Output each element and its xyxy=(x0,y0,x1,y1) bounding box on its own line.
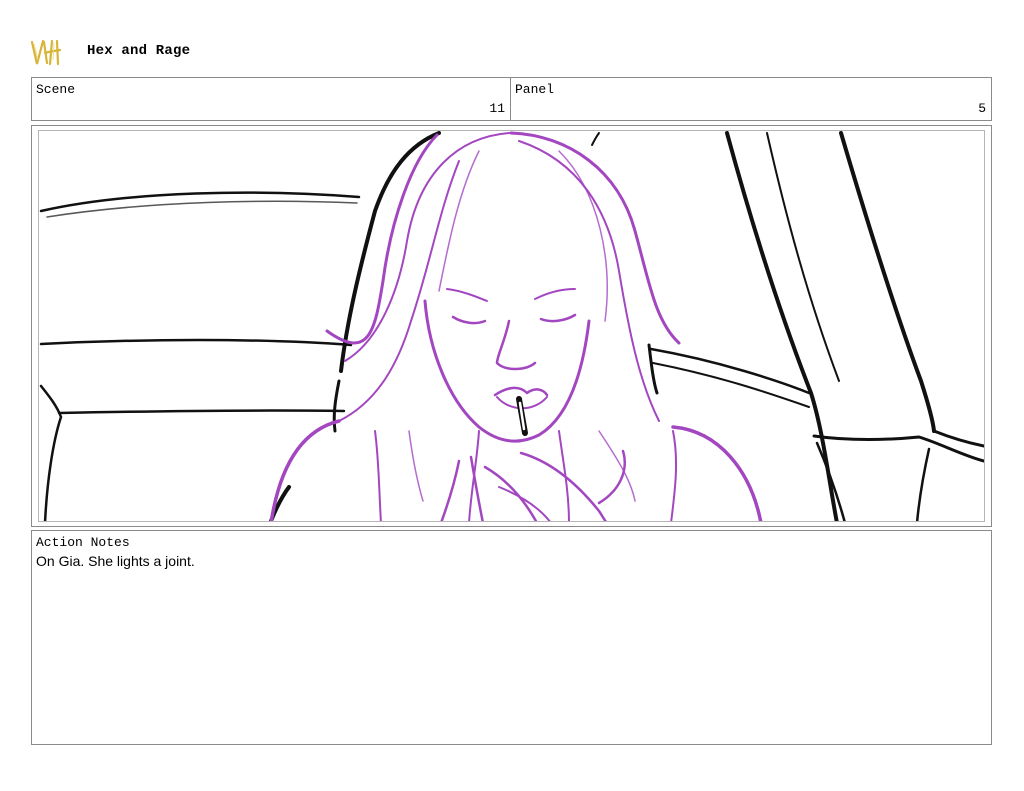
panel-number: 5 xyxy=(978,101,986,116)
action-notes-box: Action Notes On Gia. She lights a joint. xyxy=(31,530,992,745)
character-gia xyxy=(269,131,763,521)
panel-label: Panel xyxy=(515,82,555,97)
vh-logo-icon xyxy=(30,39,62,66)
action-notes-label: Action Notes xyxy=(36,535,130,550)
joint-icon xyxy=(516,396,528,436)
background-lines xyxy=(39,131,984,521)
storyboard-image xyxy=(38,130,985,522)
storyboard-sketch xyxy=(39,131,984,521)
scene-number: 11 xyxy=(489,101,505,116)
scene-label: Scene xyxy=(36,82,76,97)
scene-box: Scene 11 xyxy=(31,77,511,121)
document-title: Hex and Rage xyxy=(87,43,191,59)
action-notes-text: On Gia. She lights a joint. xyxy=(36,553,195,569)
panel-box: Panel 5 xyxy=(510,77,992,121)
